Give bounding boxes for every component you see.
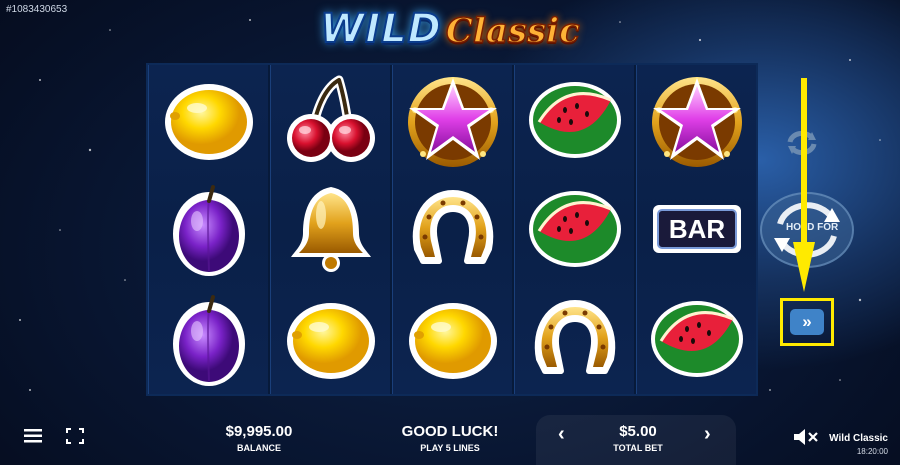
symbol-bar: BAR xyxy=(641,177,753,281)
turbo-highlight: » xyxy=(780,298,834,346)
turbo-button[interactable]: » xyxy=(790,309,824,335)
symbol-star xyxy=(641,68,753,172)
symbol-plum xyxy=(153,177,265,281)
highlight-arrow xyxy=(793,78,815,292)
balance-value: $9,995.00 xyxy=(225,423,293,440)
fast-forward-icon: » xyxy=(802,312,812,331)
symbol-watermelon xyxy=(519,177,631,281)
symbol-plum xyxy=(153,287,265,391)
symbol-lemon xyxy=(275,287,387,391)
reel-2 xyxy=(270,65,390,394)
bet-increase-button[interactable]: › xyxy=(704,423,711,446)
bet-decrease-button[interactable]: ‹ xyxy=(558,423,565,446)
sound-muted-icon[interactable] xyxy=(794,429,818,445)
hamburger-icon[interactable] xyxy=(24,429,42,443)
reel-4 xyxy=(514,65,634,394)
symbol-lemon xyxy=(153,68,265,172)
logo-classic: Classic xyxy=(445,10,580,52)
reel-5: BAR xyxy=(636,65,756,394)
clock: 18:20:00 xyxy=(856,447,888,456)
symbol-horseshoe xyxy=(397,177,509,281)
symbol-watermelon xyxy=(641,287,753,391)
symbol-horseshoe xyxy=(519,287,631,391)
symbol-star xyxy=(397,68,509,172)
game-name: Wild Classic xyxy=(829,433,888,444)
symbol-cherry xyxy=(275,68,387,172)
reel-grid: BAR xyxy=(146,63,758,396)
logo-wild: WILD xyxy=(319,5,442,53)
bar-text: BAR xyxy=(668,214,725,244)
bottom-bar: $9,995.00 BALANCE GOOD LUCK! PLAY 5 LINE… xyxy=(0,403,900,465)
symbol-lemon xyxy=(397,287,509,391)
symbol-watermelon xyxy=(519,68,631,172)
reel-3 xyxy=(392,65,512,394)
game-logo: WILD Classic xyxy=(0,5,900,56)
balance-label: BALANCE xyxy=(237,443,281,453)
bet-label: TOTAL BET xyxy=(613,443,663,453)
bet-value: $5.00 xyxy=(619,423,657,440)
lines-label: PLAY 5 LINES xyxy=(420,443,480,453)
symbol-bell xyxy=(275,177,387,281)
fullscreen-icon[interactable] xyxy=(66,428,84,444)
status-message: GOOD LUCK! xyxy=(401,423,499,440)
reel-1 xyxy=(148,65,268,394)
